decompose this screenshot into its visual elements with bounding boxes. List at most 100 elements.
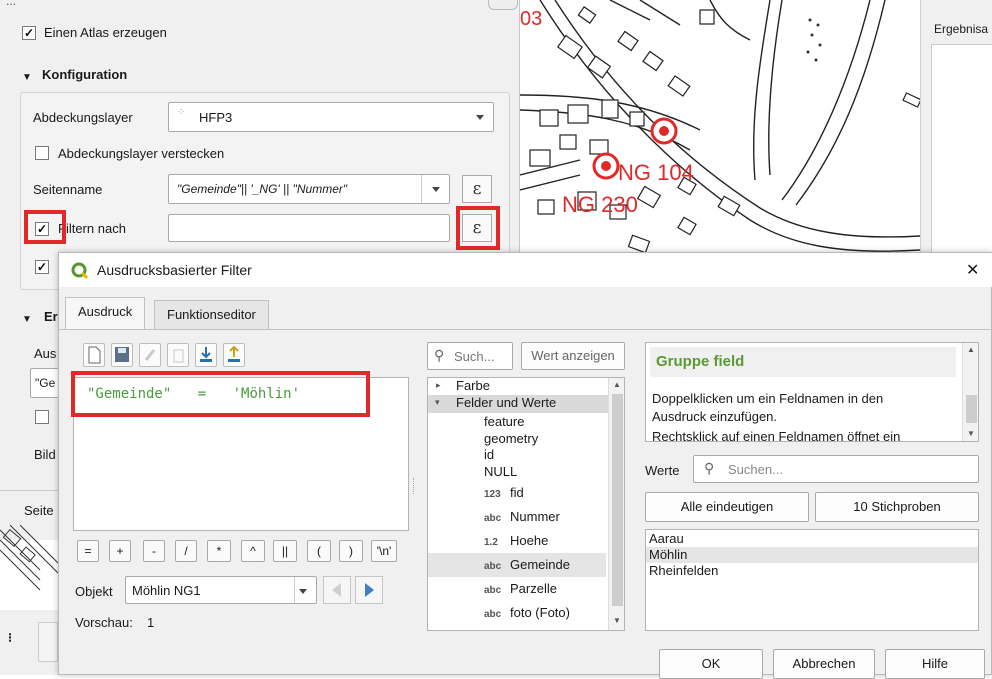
chevron-down-icon bbox=[432, 187, 440, 192]
function-tree[interactable]: ▸ Farbe ▾ Felder und Werte feature geome… bbox=[427, 377, 625, 631]
tree-item-hoehe[interactable]: 1.2 Hoehe bbox=[428, 529, 606, 553]
operator-power-button[interactable]: ^ bbox=[241, 540, 265, 562]
map-point-ng104[interactable] bbox=[650, 117, 678, 145]
tree-item-id[interactable]: id bbox=[484, 447, 494, 462]
filter-input[interactable] bbox=[168, 214, 450, 242]
show-values-button[interactable]: Wert anzeigen bbox=[521, 342, 625, 370]
tree-item-feature[interactable]: feature bbox=[484, 414, 524, 429]
expression-filter-dialog: Ausdrucksbasierter Filter ✕ Ausdruck Fun… bbox=[58, 252, 992, 679]
config-section-title[interactable]: Konfiguration bbox=[42, 67, 127, 82]
qgis-logo-icon bbox=[71, 262, 89, 280]
sort-checkbox[interactable]: ✓ bbox=[35, 260, 49, 274]
chevron-down-icon bbox=[299, 589, 307, 594]
operator-concat-button[interactable]: || bbox=[273, 540, 297, 562]
tree-group-color[interactable]: Farbe bbox=[456, 378, 490, 393]
output-filename-value: "Ge bbox=[35, 376, 56, 390]
tree-item-fid[interactable]: 123 fid bbox=[428, 481, 606, 505]
values-search-input[interactable]: ⚲ Suchen... bbox=[693, 455, 979, 483]
tree-group-fields: Felder und Werte bbox=[456, 395, 557, 410]
tree-scrollbar[interactable]: ▲ ▼ bbox=[608, 378, 624, 630]
string-type-icon: abc bbox=[484, 513, 502, 524]
page-name-value: "Gemeinde"|| '_NG' || "Nummer" bbox=[177, 182, 348, 196]
output-label-partial: Aus bbox=[34, 346, 57, 361]
help-title: Gruppe field bbox=[656, 353, 745, 370]
edit-icon[interactable] bbox=[139, 343, 161, 367]
map-point-ng230[interactable] bbox=[592, 152, 620, 180]
panel-float-button[interactable] bbox=[488, 0, 518, 10]
collapse-arrow-icon[interactable]: ▼ bbox=[22, 72, 32, 83]
filter-label: Filtern nach bbox=[58, 221, 126, 236]
tree-item-nummer[interactable]: abc Nummer bbox=[428, 505, 606, 529]
help-scrollbar[interactable]: ▲ ▼ bbox=[962, 343, 978, 441]
preview-value: 1 bbox=[147, 615, 155, 630]
tree-item-label: Nummer bbox=[510, 509, 560, 524]
tree-item-label: foto (Foto) bbox=[510, 605, 570, 620]
hide-coverage-checkbox[interactable] bbox=[35, 146, 49, 160]
help-line-2: Ausdruck einzufügen. bbox=[652, 409, 778, 424]
value-item-aarau[interactable]: Aarau bbox=[646, 531, 978, 547]
filter-checkbox[interactable]: ✓ bbox=[35, 222, 49, 236]
tree-scroll-thumb[interactable] bbox=[612, 394, 623, 606]
search-icon: ⚲ bbox=[434, 347, 445, 363]
value-item-rheinfelden[interactable]: Rheinfelden bbox=[646, 563, 978, 579]
tree-item-foto[interactable]: abc foto (Foto) bbox=[428, 601, 606, 625]
operator-plus-button[interactable]: + bbox=[109, 540, 131, 562]
operator-minus-button[interactable]: - bbox=[143, 540, 165, 562]
import-icon[interactable] bbox=[195, 343, 217, 367]
filter-expression-button[interactable]: ε bbox=[462, 214, 492, 242]
splitter-handle[interactable] bbox=[413, 478, 415, 494]
value-item-moehlin[interactable]: Möhlin bbox=[646, 547, 978, 563]
object-value: Möhlin NG1 bbox=[132, 583, 201, 598]
dialog-title: Ausdrucksbasierter Filter bbox=[97, 262, 252, 278]
all-unique-button[interactable]: Alle eindeutigen bbox=[645, 492, 809, 522]
object-label: Objekt bbox=[75, 584, 113, 599]
page-name-expression-button[interactable]: ε bbox=[462, 175, 492, 203]
map-canvas[interactable]: NG 104 NG 230 03 bbox=[520, 0, 920, 262]
expression-literal: 'Möhlin' bbox=[232, 386, 301, 402]
function-search-input[interactable]: ⚲ Such... bbox=[427, 342, 513, 370]
export-icon[interactable] bbox=[223, 343, 245, 367]
collapse-arrow-icon[interactable]: ▼ bbox=[22, 314, 32, 325]
single-file-checkbox[interactable] bbox=[35, 410, 49, 424]
object-combo[interactable]: Möhlin NG1 bbox=[125, 576, 317, 604]
tab-function-editor[interactable]: Funktionseditor bbox=[154, 300, 269, 330]
integer-type-icon: 123 bbox=[484, 489, 501, 500]
generate-atlas-checkbox[interactable]: ✓ bbox=[22, 26, 36, 40]
panel-header-partial: ... bbox=[6, 0, 17, 8]
map-label-ng230: NG 230 bbox=[562, 192, 638, 217]
coverage-layer-label: Abdeckungslayer bbox=[33, 110, 133, 125]
tab-expression[interactable]: Ausdruck bbox=[65, 297, 146, 330]
coverage-layer-combo[interactable]: ⁘ HFP3 bbox=[168, 102, 494, 132]
tree-item-parzelle[interactable]: abc Parzelle bbox=[428, 577, 606, 601]
generate-atlas-label: Einen Atlas erzeugen bbox=[44, 25, 167, 40]
save-icon[interactable] bbox=[111, 343, 133, 367]
tree-item-label: Hoehe bbox=[510, 533, 549, 548]
operator-open-paren-button[interactable]: ( bbox=[307, 540, 331, 562]
tree-item-gemeinde[interactable]: abc Gemeinde bbox=[428, 553, 606, 577]
new-file-icon[interactable] bbox=[83, 343, 105, 367]
next-feature-button[interactable] bbox=[355, 576, 383, 604]
results-panel-title: Ergebnisa bbox=[934, 22, 989, 36]
bottom-tab-partial[interactable] bbox=[38, 622, 58, 662]
collapse-arrow-icon[interactable]: ▾ bbox=[435, 397, 440, 408]
operator-divide-button[interactable]: / bbox=[175, 540, 197, 562]
expand-arrow-icon[interactable]: ▸ bbox=[436, 380, 441, 391]
tree-item-label: Gemeinde bbox=[510, 557, 570, 572]
string-type-icon: abc bbox=[484, 561, 502, 572]
page-name-combo[interactable]: "Gemeinde"|| '_NG' || "Nummer" bbox=[168, 174, 450, 204]
operator-equals-button[interactable]: = bbox=[77, 540, 99, 562]
page-tab-partial[interactable]: Seite bbox=[24, 503, 54, 518]
close-icon[interactable]: ✕ bbox=[966, 260, 979, 280]
values-list[interactable]: Aarau Möhlin Rheinfelden bbox=[645, 529, 979, 631]
operator-newline-button[interactable]: '\n' bbox=[371, 540, 397, 562]
bottom-toolbar-icon[interactable]: ⁝ bbox=[8, 630, 12, 646]
operator-close-paren-button[interactable]: ) bbox=[339, 540, 363, 562]
search-icon: ⚲ bbox=[704, 460, 715, 476]
operator-multiply-button[interactable]: * bbox=[207, 540, 231, 562]
tree-item-null[interactable]: NULL bbox=[484, 464, 517, 479]
previous-feature-button[interactable] bbox=[323, 576, 351, 604]
delete-icon[interactable] bbox=[167, 343, 189, 367]
tree-item-geometry[interactable]: geometry bbox=[484, 431, 538, 446]
coverage-layer-value: HFP3 bbox=[199, 110, 233, 125]
ten-samples-button[interactable]: 10 Stichproben bbox=[815, 492, 979, 522]
